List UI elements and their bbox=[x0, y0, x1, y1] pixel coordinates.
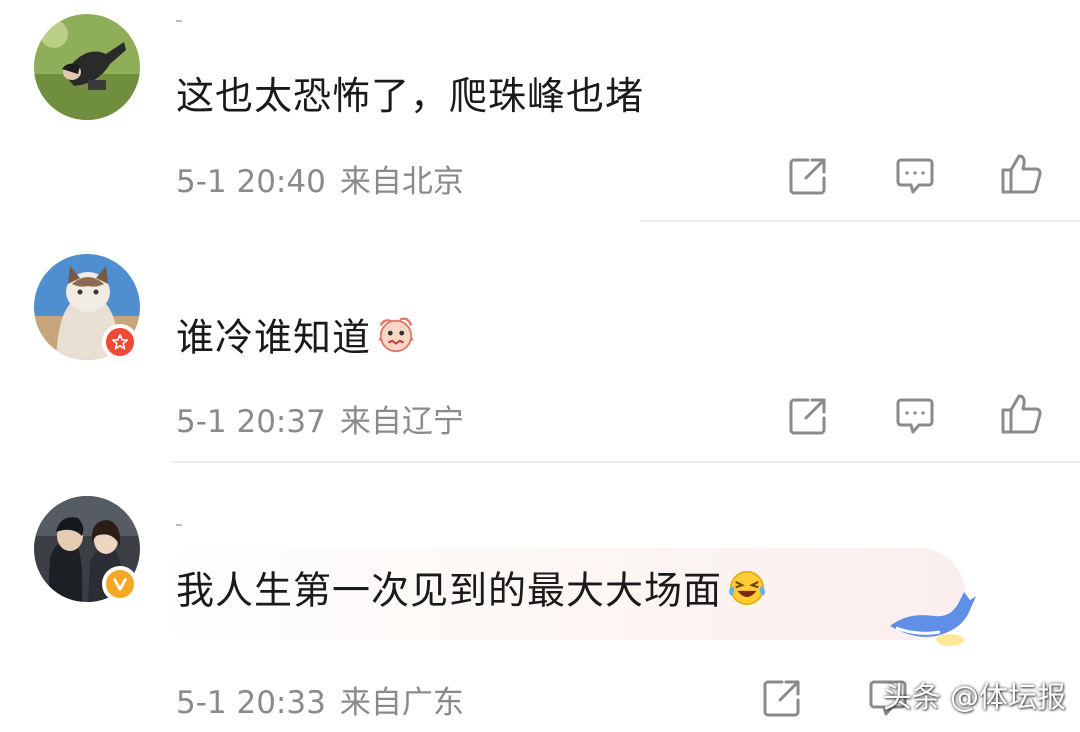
share-icon[interactable] bbox=[786, 394, 830, 438]
share-icon[interactable] bbox=[760, 676, 804, 720]
comment-text: 我人生第一次见到的最大大场面 bbox=[176, 567, 768, 619]
share-icon[interactable] bbox=[786, 154, 830, 198]
like-icon[interactable] bbox=[999, 392, 1043, 436]
whale-decoration-icon bbox=[890, 592, 976, 646]
comment-text: 这也太恐怖了，爬珠峰也堵 bbox=[176, 74, 645, 118]
comment-text-content: 我人生第一次见到的最大大场面 bbox=[176, 568, 723, 613]
avatar[interactable] bbox=[34, 14, 140, 120]
comment-meta: 5-1 20:37 来自辽宁 bbox=[176, 396, 464, 441]
comment-time: 5-1 20:40 bbox=[176, 164, 326, 200]
comment-location: 来自北京 bbox=[339, 164, 464, 200]
laughing-tears-emoji-icon bbox=[726, 567, 768, 619]
decor-dot bbox=[176, 20, 182, 22]
comment-location: 来自广东 bbox=[339, 685, 464, 721]
comment-icon[interactable] bbox=[893, 154, 937, 198]
comment-icon[interactable] bbox=[893, 394, 937, 438]
comment-meta: 5-1 20:33 来自广东 bbox=[176, 677, 464, 722]
comment-text: 谁冷谁知道 bbox=[176, 314, 417, 366]
decor-dot bbox=[176, 524, 182, 526]
comment-meta: 5-1 20:40 来自北京 bbox=[176, 156, 464, 201]
comment-time: 5-1 20:33 bbox=[176, 685, 326, 721]
watermark: 头条 @体坛报 bbox=[882, 680, 1066, 714]
comment-text-content: 谁冷谁知道 bbox=[176, 315, 372, 360]
divider bbox=[172, 461, 1080, 463]
comment-location: 来自辽宁 bbox=[339, 404, 464, 440]
divider bbox=[640, 220, 1080, 222]
red-star-badge bbox=[102, 324, 138, 360]
shivering-emoji-icon bbox=[375, 314, 417, 366]
like-icon[interactable] bbox=[999, 152, 1043, 196]
verified-v-badge bbox=[102, 566, 138, 602]
comment-time: 5-1 20:37 bbox=[176, 404, 326, 440]
